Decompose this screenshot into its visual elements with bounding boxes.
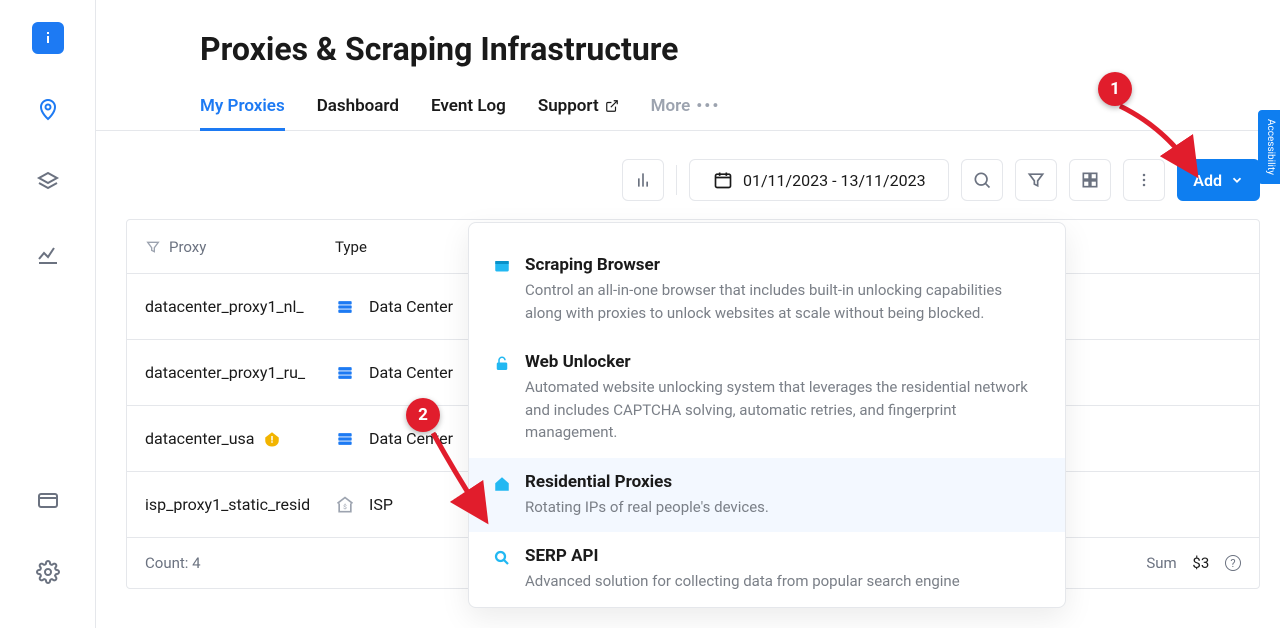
accessibility-tab[interactable]: Accessibility [1258, 110, 1280, 184]
search-api-icon [493, 549, 511, 567]
warning-icon [263, 430, 281, 448]
dropdown-item-scraping-browser[interactable]: Scraping BrowserControl an all-in-one br… [469, 241, 1065, 338]
svg-text:$: $ [343, 503, 347, 511]
more-dots-icon: ••• [696, 96, 720, 116]
add-dropdown-menu: Scraping BrowserControl an all-in-one br… [468, 222, 1066, 608]
annotation-1: 1 [1098, 72, 1132, 106]
layers-icon[interactable] [32, 166, 64, 198]
annotation-2: 2 [406, 398, 440, 432]
toolbar: 01/11/2023 - 13/11/2023 Add [96, 131, 1280, 219]
toolbar-divider [676, 165, 677, 195]
dropdown-item-serp-api[interactable]: SERP APIAdvanced solution for collecting… [469, 532, 1065, 607]
proxies-icon[interactable] [32, 94, 64, 126]
sidebar [0, 0, 96, 628]
unlock-icon [493, 355, 511, 373]
tab-event-log[interactable]: Event Log [431, 96, 506, 130]
calendar-icon [713, 170, 733, 190]
filter-button[interactable] [1015, 159, 1057, 201]
arrow-1 [1115, 98, 1215, 188]
filter-icon[interactable] [145, 239, 161, 255]
dropdown-item-residential-proxies[interactable]: Residential ProxiesRotating IPs of real … [469, 458, 1065, 533]
date-range-text: 01/11/2023 - 13/11/2023 [743, 171, 926, 190]
grid-view-button[interactable] [1069, 159, 1111, 201]
datacenter-icon [335, 429, 355, 449]
tab-dashboard[interactable]: Dashboard [317, 96, 399, 130]
search-button[interactable] [961, 159, 1003, 201]
tab-my-proxies[interactable]: My Proxies [200, 96, 285, 130]
dropdown-item-web-unlocker[interactable]: Web UnlockerAutomated website unlocking … [469, 338, 1065, 458]
external-link-icon [605, 99, 619, 113]
arrow-2 [428, 428, 508, 528]
tab-support[interactable]: Support [538, 96, 619, 130]
activity-icon[interactable] [32, 238, 64, 270]
datacenter-icon [335, 363, 355, 383]
chevron-down-icon [1230, 173, 1244, 187]
settings-icon[interactable] [32, 556, 64, 588]
isp-icon: $ [335, 495, 355, 515]
page-title: Proxies & Scraping Infrastructure [96, 30, 1280, 68]
browser-icon [493, 258, 511, 276]
datacenter-icon [335, 297, 355, 317]
help-icon[interactable]: ? [1225, 555, 1241, 571]
date-range-picker[interactable]: 01/11/2023 - 13/11/2023 [689, 159, 949, 201]
tab-more[interactable]: More••• [651, 96, 721, 130]
chart-button[interactable] [622, 159, 664, 201]
billing-icon[interactable] [32, 484, 64, 516]
info-icon[interactable] [32, 22, 64, 54]
